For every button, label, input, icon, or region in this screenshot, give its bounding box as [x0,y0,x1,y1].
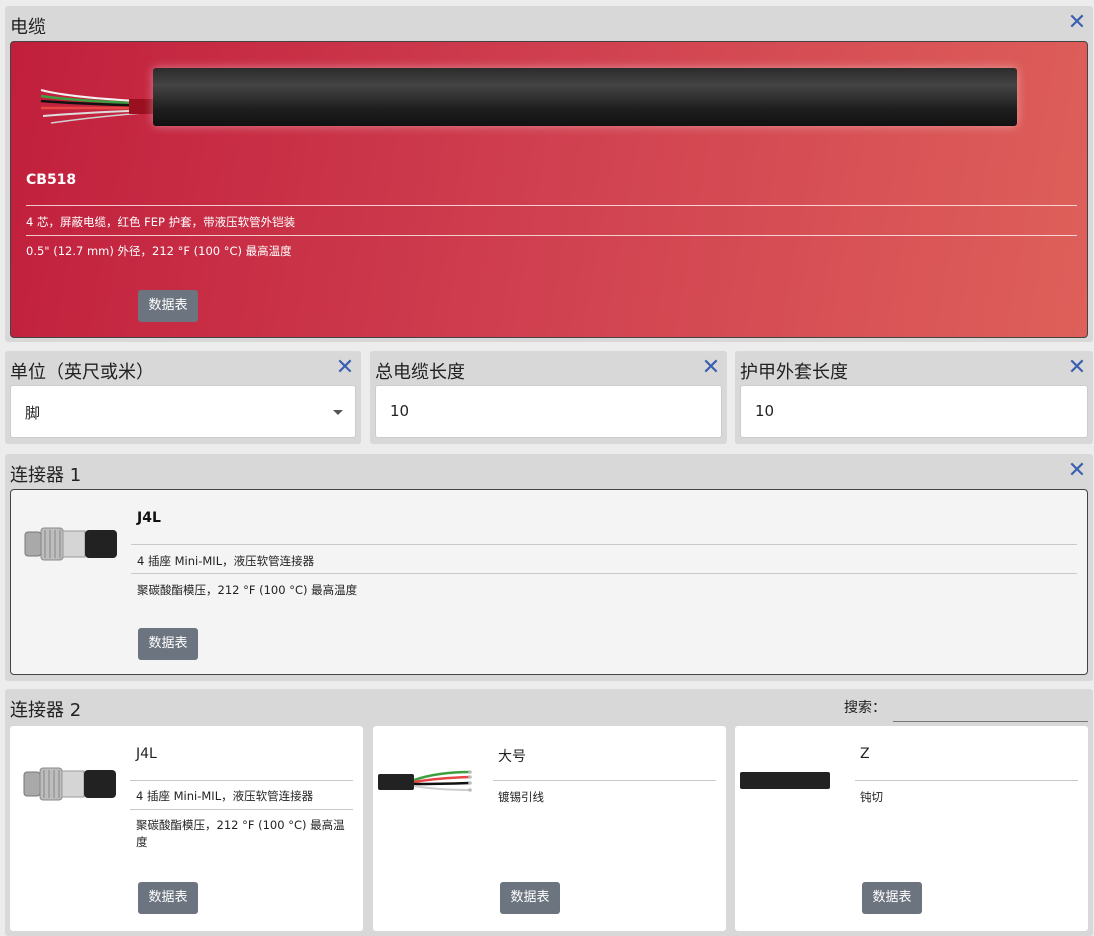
connector1-specs: 聚碳酸酯模压，212 °F (100 °C) 最高温度 [137,583,358,597]
close-icon[interactable]: ✕ [334,357,356,379]
connector1-description: 4 插座 Mini-MIL，液压软管连接器 [137,554,315,568]
cable-datasheet-button[interactable]: 数据表 [138,290,198,322]
connector2-option-z[interactable]: Z 钝切 数据表 [735,726,1088,931]
cable-jacket-image [153,68,1017,126]
close-icon[interactable]: ✕ [1066,12,1088,34]
units-selected-value: 脚 [25,404,41,422]
divider [855,780,1078,781]
option-specs: 聚碳酸酯模压，212 °F (100 °C) 最高温度 [136,818,345,849]
total-length-input[interactable]: 10 [375,385,722,438]
option-datasheet-button[interactable]: 数据表 [138,882,198,914]
cable-card[interactable]: CB518 4 芯，屏蔽电缆，红色 FEP 护套，带液压软管外铠装 0.5" (… [10,41,1088,338]
divider [131,544,1077,545]
cable-panel-title: 电缆 [10,17,46,38]
units-panel: 单位（英尺或米） ✕ 脚 [5,351,361,444]
blunt-cut-image [740,772,830,789]
cable-specs: 0.5" (12.7 mm) 外径，212 °F (100 °C) 最高温度 [26,244,292,258]
search-input[interactable] [893,695,1088,722]
cable-panel: 电缆 ✕ CB518 4 芯，屏蔽电缆，红色 FEP 护套，带液压软管外铠装 0… [5,6,1093,342]
armor-length-label: 护甲外套长度 [740,362,848,383]
option-description: 4 插座 Mini-MIL，液压软管连接器 [136,789,314,803]
units-label: 单位（英尺或米） [10,362,154,383]
armor-length-panel: 护甲外套长度 ✕ 10 [735,351,1093,444]
tinned-leads-image [378,770,472,792]
connector1-panel: 连接器 1 ✕ J4L 4 插座 Mini-MIL，液压软管连接器 聚碳酸酯模压… [5,454,1093,681]
divider [26,235,1077,236]
connector1-part-number: J4L [137,510,161,526]
divider [26,205,1077,206]
connector-image [23,767,116,801]
connector2-option-j4l[interactable]: J4L 4 插座 Mini-MIL，液压软管连接器 聚碳酸酯模压，212 °F … [10,726,363,931]
total-length-label: 总电缆长度 [375,362,465,383]
armor-length-input[interactable]: 10 [740,385,1088,438]
divider [130,780,353,781]
connector1-datasheet-button[interactable]: 数据表 [138,628,198,660]
connector1-card[interactable]: J4L 4 插座 Mini-MIL，液压软管连接器 聚碳酸酯模压，212 °F … [10,489,1088,675]
connector2-panel: 连接器 2 搜索： J4L 4 插座 Mini-MIL，液压软管连接器 聚碳酸酯… [5,689,1093,936]
search-label: 搜索： [844,700,886,716]
divider [130,809,353,810]
connector-image [24,527,117,561]
divider [131,573,1077,574]
option-datasheet-button[interactable]: 数据表 [500,882,560,914]
option-description: 钝切 [860,790,883,804]
connector1-title: 连接器 1 [10,465,82,486]
close-icon[interactable]: ✕ [1066,460,1088,482]
total-length-panel: 总电缆长度 ✕ 10 [370,351,727,444]
close-icon[interactable]: ✕ [1066,357,1088,379]
divider [493,780,716,781]
option-title: 大号 [498,749,526,765]
cable-wires-image [40,89,159,124]
option-title: J4L [136,746,157,762]
option-description: 镀锡引线 [498,790,544,804]
close-icon[interactable]: ✕ [700,357,722,379]
option-datasheet-button[interactable]: 数据表 [862,882,922,914]
units-select[interactable]: 脚 [10,385,356,438]
cable-part-number: CB518 [26,172,77,188]
cable-description: 4 芯，屏蔽电缆，红色 FEP 护套，带液压软管外铠装 [26,215,296,229]
option-title: Z [860,746,870,762]
connector2-option-large[interactable]: 大号 镀锡引线 数据表 [373,726,726,931]
connector2-title: 连接器 2 [10,700,82,721]
chevron-down-icon [333,410,343,415]
